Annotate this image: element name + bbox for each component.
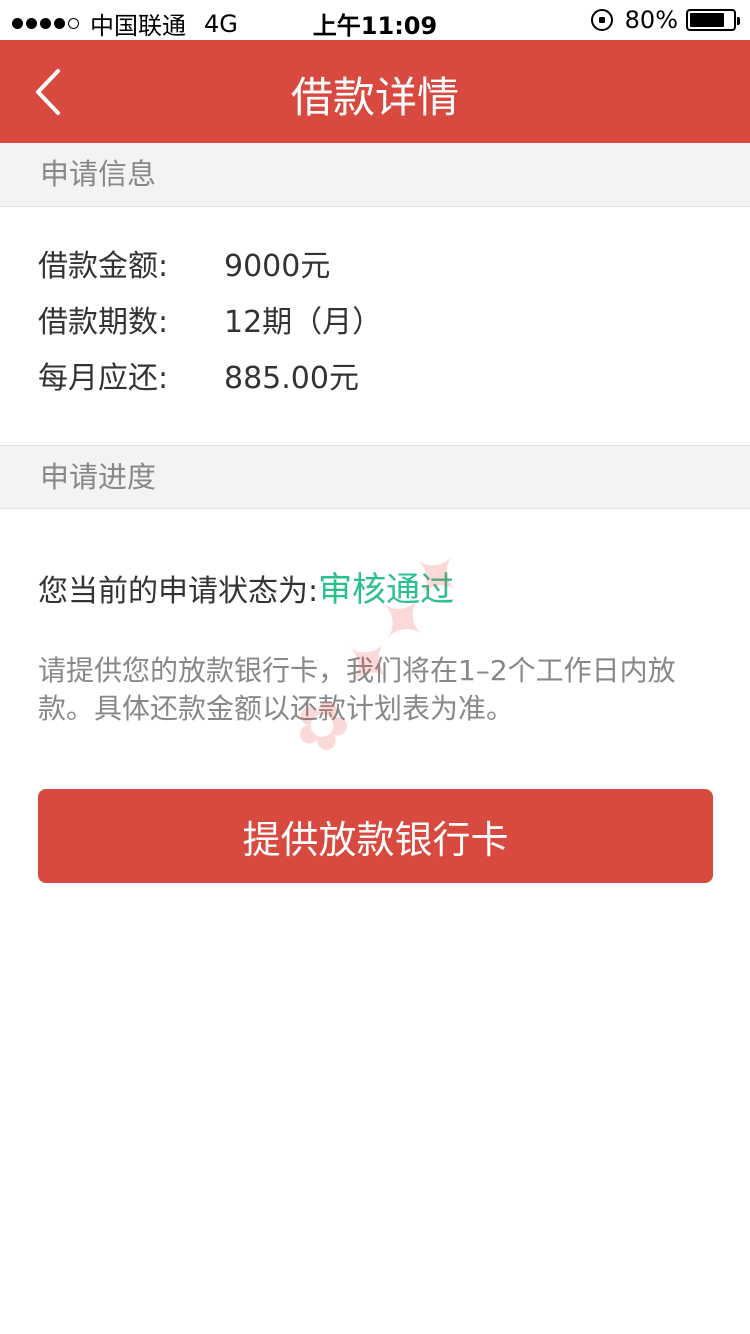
status-bar: 中国联通 4G 上午11:09 80% [0, 0, 750, 40]
progress-note: 请提供您的放款银行卡，我们将在1–2个工作日内放款。具体还款金额以还款计划表为准… [38, 654, 676, 725]
info-value: 12期（月） [224, 305, 383, 340]
info-row-loan-term: 借款期数: 12期（月） [38, 297, 382, 341]
info-label: 借款期数: [38, 305, 169, 340]
application-status-line: 您当前的申请状态为: 审核通过 [38, 562, 454, 611]
section-header-application-info: 申请信息 [0, 143, 750, 207]
status-label: 您当前的申请状态为: [38, 574, 319, 609]
battery-percent: 80% [624, 6, 678, 34]
section-header-progress: 申请进度 [0, 445, 750, 509]
info-row-loan-amount: 借款金额: 9000元 [38, 241, 330, 285]
info-value: 9000元 [224, 249, 331, 284]
nav-bar: 借款详情 [0, 40, 750, 143]
info-label: 每月应还: [38, 361, 169, 396]
status-right: 80% [590, 6, 740, 34]
provide-bank-card-button[interactable]: 提供放款银行卡 [38, 789, 713, 883]
status-value: 审核通过 [318, 570, 455, 610]
page-title: 借款详情 [290, 73, 459, 122]
info-label: 借款金额: [38, 249, 169, 284]
info-row-monthly-payment: 每月应还: 885.00元 [38, 353, 359, 397]
info-value: 885.00元 [224, 361, 359, 396]
rotation-lock-icon [590, 9, 613, 31]
battery-icon [686, 9, 740, 31]
application-info-block: 借款金额: 9000元 借款期数: 12期（月） 每月应还: 885.00元 [0, 207, 750, 445]
